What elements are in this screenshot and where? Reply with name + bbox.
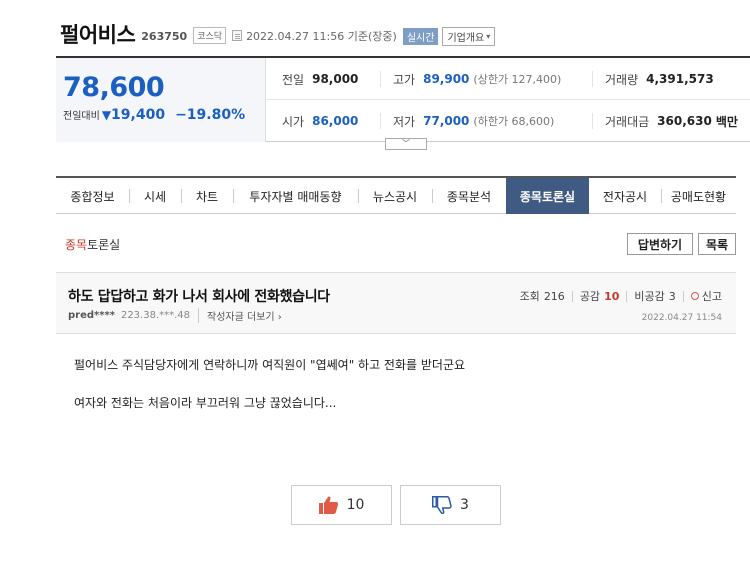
author-more-posts-link[interactable]: 작성자글 더보기 › [198,308,282,323]
tab-4[interactable]: 뉴스공시 [358,178,432,214]
post-author: pred**** 223.38.***.48 작성자글 더보기 › [68,308,282,323]
price-diff-row: 전일대비 ▼ 19,400 −19.80% [63,107,245,123]
post-stats: 조회 216 공감 10 비공감 3 신고 [520,288,722,304]
tab-0[interactable]: 종합정보 [56,178,129,214]
tab-3[interactable]: 투자자별 매매동향 [233,178,358,214]
views-count: 216 [543,289,565,303]
price-summary: 78,600 전일대비 ▼ 19,400 −19.80% 전일 98,000 고가… [56,56,750,142]
chevron-down-icon: ▾ [486,31,491,41]
post-body-line: 여자와 전화는 처음이라 부끄러워 그냥 끊었습니다... [74,396,337,410]
likes-label: 공감 [579,290,601,303]
diff-percent: −19.80% [175,107,246,123]
tab-2[interactable]: 차트 [181,178,233,214]
diff-value: 19,400 [111,107,166,123]
stock-tabs: 종합정보 시세 차트 투자자별 매매동향 뉴스공시 종목분석 종목토론실 전자공시 공매도현황 [56,176,736,214]
tab-1[interactable]: 시세 [129,178,181,214]
market-badge: 코스닥 [193,27,227,44]
stock-code: 263750 [141,29,188,43]
like-count: 10 [346,497,365,513]
high-price: 고가 89,900 (상한가 127,400) [380,71,561,87]
chevron-down-icon: ﹀ [402,139,410,148]
alarm-icon [690,292,699,300]
dislikes-count: 3 [668,289,676,303]
author-ip: 223.38.***.48 [120,310,191,321]
diff-label: 전일대비 [63,111,100,122]
low-price: 저가 77,000 (하한가 68,600) [380,113,554,129]
reply-button[interactable]: 답변하기 [627,233,693,255]
expand-toggle-button[interactable]: ﹀ [385,138,427,150]
prev-close: 전일 98,000 [282,72,359,87]
section-title: 종목토론실 [65,238,121,252]
tab-7[interactable]: 전자공시 [589,178,661,214]
stock-header: 펄어비스 263750 코스닥 2022.04.27 11:56 기준(장중) … [60,18,496,50]
current-price-panel: 78,600 전일대비 ▼ 19,400 −19.80% [56,58,266,142]
price-detail-grid: 전일 98,000 고가 89,900 (상한가 127,400) 거래량 4,391,… [267,58,750,142]
header-datetime: 2022.04.27 11:56 기준(장중) [246,30,397,43]
realtime-badge[interactable]: 실시간 [402,27,439,45]
volume: 거래량 4,391,573 [592,71,714,87]
post-title: 하도 답답하고 화가 나서 회사에 전화했습니다 [68,289,330,305]
current-price: 78,600 [63,72,165,103]
dislikes-label: 비공감 [634,290,665,303]
stock-name: 펄어비스 [60,23,136,47]
likes-count: 10 [604,289,620,303]
down-arrow-icon: ▼ [101,108,112,122]
list-button[interactable]: 목록 [698,233,736,255]
views-label: 조회 [519,290,540,303]
trade-amount: 거래대금 360,630 백만 [592,113,738,129]
author-nickname: pred**** [68,310,115,321]
tab-6[interactable]: 종목토론실 [506,178,589,214]
post-date: 2022.04.27 11:54 [641,313,722,323]
post-body: 펄어비스 주식담당자에게 연락하니까 여직원이 "엽쎄여" 하고 전화를 받더군… [74,355,465,413]
tab-5[interactable]: 종목분석 [432,178,506,214]
like-button[interactable]: 10 [291,485,392,525]
post-body-line: 펄어비스 주식담당자에게 연락하니까 여직원이 "엽쎄여" 하고 전화를 받더군… [74,358,466,372]
dislike-count: 3 [460,497,469,513]
tab-8[interactable]: 공매도현황 [661,178,736,214]
company-info-dropdown[interactable]: 기업개요 ▾ [442,26,496,46]
post-header: 하도 답답하고 화가 나서 회사에 전화했습니다 조회 216 공감 10 비공감 3… [56,272,736,334]
report-button[interactable]: 신고 [690,288,722,304]
thumbs-down-icon [432,496,452,514]
open-price: 시가 86,000 [282,114,359,129]
dislike-button[interactable]: 3 [400,485,501,525]
document-icon [232,30,243,41]
thumbs-up-icon [318,496,338,514]
